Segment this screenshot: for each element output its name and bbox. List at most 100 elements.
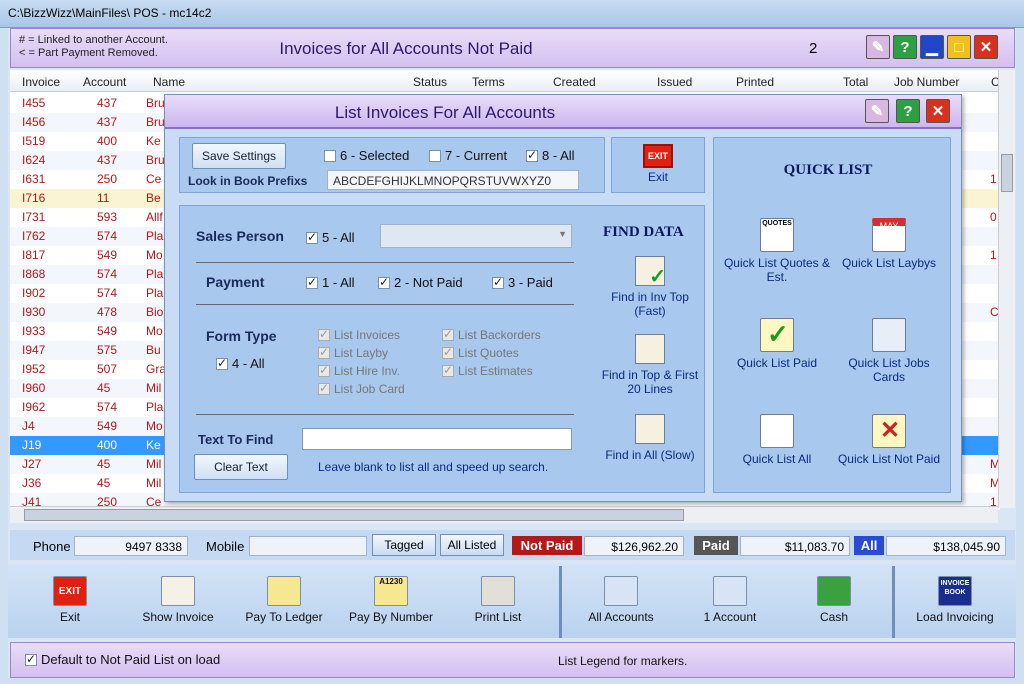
tagged-button[interactable]: Tagged xyxy=(372,534,436,556)
sales-all-checkbox[interactable] xyxy=(306,230,318,244)
quick-list-paid-button[interactable]: ✓ Quick List Paid xyxy=(722,318,832,370)
form-list-invoices[interactable]: List Invoices xyxy=(318,327,401,342)
cash-label: Cash xyxy=(819,610,848,624)
pay-all-label: 1 - All xyxy=(322,275,355,290)
dialog-edit-icon[interactable]: ✎ xyxy=(865,99,889,123)
quick-list-quotes-button[interactable]: QUOTES Quick List Quotes & Est. xyxy=(722,218,832,284)
all-accounts-button[interactable]: All Accounts xyxy=(576,564,666,638)
sales-person-label: Sales Person xyxy=(196,228,284,244)
opt-all[interactable]: 8 - All xyxy=(526,148,575,163)
sales-person-select[interactable]: ▼ xyxy=(380,224,572,248)
prefix-input[interactable]: ABCDEFGHIJKLMNOPQRSTUVWXYZ0 xyxy=(327,170,579,190)
divider xyxy=(196,414,574,415)
form-list-hire-checkbox[interactable] xyxy=(318,363,330,377)
pay-to-ledger-button[interactable]: Pay To Ledger xyxy=(242,564,326,638)
form-list-layby[interactable]: List Layby xyxy=(318,345,388,360)
form-list-backorders[interactable]: List Backorders xyxy=(442,327,541,342)
col-created[interactable]: Created xyxy=(553,75,596,89)
close-icon[interactable]: ✕ xyxy=(974,35,998,59)
find-top-20-button[interactable]: Find in Top & First 20 Lines xyxy=(600,334,700,396)
grid-horizontal-scrollbar[interactable] xyxy=(10,506,998,523)
clear-text-button[interactable]: Clear Text xyxy=(194,454,288,480)
pay-paid-checkbox[interactable] xyxy=(492,275,504,289)
quick-list-notpaid-button[interactable]: ✕ Quick List Not Paid xyxy=(834,414,944,466)
form-all-checkbox[interactable] xyxy=(216,356,228,370)
col-account[interactable]: Account xyxy=(83,75,126,89)
cell-name: Pla xyxy=(146,267,164,281)
cell-name: Bru xyxy=(146,115,165,129)
find-in-all-button[interactable]: Find in All (Slow) xyxy=(600,414,700,462)
text-to-find-input[interactable] xyxy=(302,428,572,450)
col-total[interactable]: Total xyxy=(843,75,868,89)
opt-selected[interactable]: 6 - Selected xyxy=(324,148,409,163)
all-listed-button[interactable]: All Listed xyxy=(440,534,504,556)
quick-list-all-label: Quick List All xyxy=(742,452,812,466)
show-invoice-button[interactable]: Show Invoice xyxy=(136,564,220,638)
exit-toolbar-button[interactable]: EXIT Exit xyxy=(28,564,112,638)
find-all-icon xyxy=(635,414,665,444)
form-list-quotes[interactable]: List Quotes xyxy=(442,345,519,360)
numbered-invoice-icon: A1230 xyxy=(374,576,408,606)
exit-panel[interactable]: EXIT Exit xyxy=(611,137,705,193)
form-list-estimates-checkbox[interactable] xyxy=(442,363,454,377)
print-list-button[interactable]: Print List xyxy=(456,564,540,638)
pay-by-number-button[interactable]: A1230 Pay By Number xyxy=(344,564,438,638)
form-list-jobcard[interactable]: List Job Card xyxy=(318,381,405,396)
cell-invoice: I519 xyxy=(22,134,46,148)
quick-list-laybys-button[interactable]: MAY Quick List Laybys xyxy=(834,218,944,270)
form-list-invoices-label: List Invoices xyxy=(334,328,401,342)
edit-icon[interactable]: ✎ xyxy=(866,35,890,59)
form-list-invoices-checkbox[interactable] xyxy=(318,327,330,341)
form-list-backorders-checkbox[interactable] xyxy=(442,327,454,341)
col-issued[interactable]: Issued xyxy=(657,75,692,89)
find-inv-top-button[interactable]: ✓ Find in Inv Top (Fast) xyxy=(600,256,700,318)
quick-list-all-button[interactable]: Quick List All xyxy=(722,414,832,466)
opt-current-checkbox[interactable] xyxy=(429,150,441,162)
col-printed[interactable]: Printed xyxy=(736,75,774,89)
find-inv-top-label: Find in Inv Top (Fast) xyxy=(611,290,689,318)
pay-notpaid-checkbox[interactable] xyxy=(378,275,390,289)
form-list-jobcard-label: List Job Card xyxy=(334,382,405,396)
col-name[interactable]: Name xyxy=(153,75,185,89)
opt-selected-checkbox[interactable] xyxy=(324,150,336,162)
pay-notpaid[interactable]: 2 - Not Paid xyxy=(378,275,463,290)
grid-vertical-scrollbar[interactable] xyxy=(998,70,1015,508)
cell-name: Ce xyxy=(146,172,162,186)
default-not-paid-option[interactable]: Default to Not Paid List on load xyxy=(25,652,220,667)
calendar-icon: MAY xyxy=(872,218,906,252)
form-list-hire[interactable]: List Hire Inv. xyxy=(318,363,400,378)
load-invoicing-button[interactable]: INVOICE BOOK Load Invoicing xyxy=(904,564,1006,638)
dialog-help-icon[interactable]: ? xyxy=(896,99,920,123)
help-icon[interactable]: ? xyxy=(893,35,917,59)
pay-all[interactable]: 1 - All xyxy=(306,275,355,290)
cash-button[interactable]: Cash xyxy=(792,564,876,638)
form-list-layby-checkbox[interactable] xyxy=(318,345,330,359)
pay-all-checkbox[interactable] xyxy=(306,275,318,289)
opt-all-checkbox[interactable] xyxy=(526,148,538,162)
cell-invoice: I817 xyxy=(22,248,46,262)
default-not-paid-checkbox[interactable] xyxy=(25,652,37,666)
maximize-icon[interactable]: □ xyxy=(947,35,971,59)
quick-list-jobcards-button[interactable]: Quick List Jobs Cards xyxy=(834,318,944,384)
col-invoice[interactable]: Invoice xyxy=(22,75,60,89)
col-status[interactable]: Status xyxy=(413,75,447,89)
form-list-quotes-checkbox[interactable] xyxy=(442,345,454,359)
save-settings-button[interactable]: Save Settings xyxy=(192,143,286,169)
list-legend-link[interactable]: List Legend for markers. xyxy=(558,654,687,668)
col-job-number[interactable]: Job Number xyxy=(894,75,959,89)
opt-current[interactable]: 7 - Current xyxy=(429,148,507,163)
one-account-button[interactable]: 1 Account xyxy=(688,564,772,638)
col-terms[interactable]: Terms xyxy=(472,75,505,89)
cell-account: 575 xyxy=(97,343,118,357)
form-list-jobcard-checkbox[interactable] xyxy=(318,381,330,395)
exit-sign-icon[interactable]: EXIT xyxy=(643,144,673,168)
pay-paid[interactable]: 3 - Paid xyxy=(492,275,553,290)
form-all[interactable]: 4 - All xyxy=(216,356,265,371)
cell-account: 45 xyxy=(97,476,111,490)
cell-name: Mo xyxy=(146,419,163,433)
sales-all[interactable]: 5 - All xyxy=(306,230,355,245)
form-list-estimates[interactable]: List Estimates xyxy=(442,363,533,378)
minimize-icon[interactable]: ▁ xyxy=(920,35,944,59)
exit-label[interactable]: Exit xyxy=(648,170,668,184)
dialog-close-icon[interactable]: ✕ xyxy=(926,99,950,123)
